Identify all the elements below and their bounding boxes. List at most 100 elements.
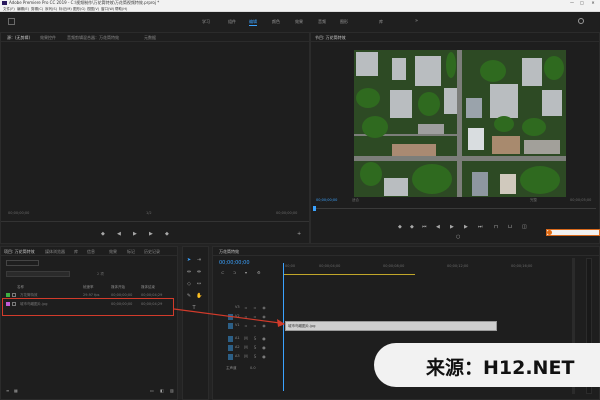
program-step-forward-icon[interactable]: ▶ <box>464 224 468 230</box>
project-delete-icon[interactable]: ▥ <box>170 388 174 393</box>
source-step-forward-icon[interactable]: ▶ <box>149 231 153 237</box>
column-media-start[interactable]: 媒体开始 <box>111 284 125 290</box>
home-icon[interactable] <box>8 18 15 25</box>
sync-lock-icon[interactable]: ▫ <box>253 315 257 319</box>
tab-program[interactable]: 节目: 万花筒特效 <box>315 35 346 41</box>
source-step-back-icon[interactable]: ◀ <box>117 231 121 237</box>
program-mark-in-icon[interactable]: ◆ <box>398 224 402 230</box>
program-export-frame-icon[interactable]: ◫ <box>522 224 527 230</box>
source-patch-a2[interactable] <box>228 345 233 351</box>
tab-sequence[interactable]: 万花筒特效 <box>219 249 239 255</box>
sync-lock-icon[interactable]: ▫ <box>253 306 257 310</box>
solo-icon[interactable]: S <box>253 337 257 341</box>
eye-icon[interactable]: ◉ <box>262 324 266 328</box>
project-new-item-icon[interactable]: ◧ <box>160 388 164 393</box>
source-patch-v1[interactable] <box>228 323 233 329</box>
program-play-icon[interactable]: ▶ <box>450 224 454 230</box>
razor-tool-icon[interactable]: ◇ <box>186 281 192 287</box>
solo-icon[interactable]: S <box>253 346 257 350</box>
track-select-tool-icon[interactable]: ⇥ <box>196 257 202 263</box>
tab-effects[interactable]: 效果 <box>109 249 117 255</box>
source-scrub-bar[interactable] <box>1 221 309 222</box>
linked-selection-icon[interactable]: ⊃ <box>233 270 236 275</box>
program-scrub-bar[interactable] <box>314 208 596 209</box>
timeline-ruler[interactable]: 00;00 00;00;04;00 00;00;08;00 00;00;12;0… <box>283 264 583 270</box>
hand-tool-icon[interactable]: ✋ <box>196 293 202 299</box>
tab-libraries[interactable]: 库 <box>74 249 78 255</box>
source-mark-out-icon[interactable]: ◆ <box>165 231 169 237</box>
tab-source[interactable]: 源：(无剪辑) <box>7 35 30 41</box>
master-track-value[interactable]: 0.0 <box>250 366 256 370</box>
timeline-clip[interactable]: 城市鸟瞰图片.jpg <box>285 321 497 331</box>
ripple-edit-tool-icon[interactable]: ⇹ <box>186 269 192 275</box>
sync-lock-icon[interactable]: ▫ <box>253 324 257 328</box>
program-mark-out-icon[interactable]: ◆ <box>410 224 414 230</box>
mute-icon[interactable]: M <box>244 346 248 350</box>
column-fps[interactable]: 帧速率 <box>83 284 94 290</box>
slip-tool-icon[interactable]: ↔ <box>196 281 202 287</box>
source-play-icon[interactable]: ▶ <box>133 231 137 237</box>
source-patch-a1[interactable] <box>228 336 233 342</box>
program-quality-select[interactable]: 完整 <box>530 198 537 203</box>
add-marker-icon[interactable]: ▾ <box>245 270 247 275</box>
program-extract-icon[interactable]: ⊔ <box>508 224 512 230</box>
mute-icon[interactable]: M <box>244 337 248 341</box>
pen-tool-icon[interactable]: ✎ <box>186 293 192 299</box>
source-patch-v2[interactable] <box>228 314 233 320</box>
tab-media-browser[interactable]: 媒体浏览器 <box>45 249 65 255</box>
floating-toolbar-icon[interactable] <box>547 230 552 235</box>
workspace-tab-color[interactable]: 颜色 <box>272 19 280 25</box>
column-media-end[interactable]: 媒体结束 <box>141 284 155 290</box>
more-workspaces-icon[interactable]: » <box>415 18 418 24</box>
lock-icon[interactable]: ▫ <box>244 315 248 319</box>
timeline-timecode[interactable]: 00;00;00;00 <box>219 260 250 266</box>
lock-icon[interactable]: ▫ <box>244 324 248 328</box>
workspace-tab-editing[interactable]: 编辑 <box>249 19 257 26</box>
snap-icon[interactable]: ⊂ <box>221 270 224 275</box>
selection-tool-icon[interactable]: ➤ <box>186 257 192 263</box>
program-fit-select[interactable]: 适合 <box>352 198 359 203</box>
workspace-tab-learning[interactable]: 学习 <box>202 19 210 25</box>
workspace-tab-audio[interactable]: 音频 <box>318 19 326 25</box>
program-lift-icon[interactable]: ⊓ <box>494 224 498 230</box>
floating-toolbar[interactable] <box>546 229 600 236</box>
lock-icon[interactable]: ▫ <box>244 306 248 310</box>
project-new-bin-icon[interactable]: ▭ <box>150 388 154 393</box>
rolling-edit-tool-icon[interactable]: ⇼ <box>196 269 202 275</box>
workspace-tab-libraries[interactable]: 库 <box>379 19 383 25</box>
source-add-button-icon[interactable]: + <box>297 231 301 237</box>
program-go-to-in-icon[interactable]: ⏮ <box>422 224 427 230</box>
workspace-tab-assembly[interactable]: 组件 <box>228 19 236 25</box>
solo-icon[interactable]: S <box>253 355 257 359</box>
source-patch-a3[interactable] <box>228 354 233 360</box>
mute-icon[interactable]: M <box>244 355 248 359</box>
search-icon[interactable] <box>578 18 584 24</box>
tab-info[interactable]: 信息 <box>87 249 95 255</box>
workspace-tab-graphics[interactable]: 图形 <box>340 19 348 25</box>
wrench-icon[interactable]: ⚙ <box>257 270 261 275</box>
program-settings-icon[interactable]: ○ <box>456 234 460 240</box>
program-playhead[interactable] <box>313 206 316 211</box>
project-search-input[interactable] <box>6 271 70 277</box>
project-icon-view-icon[interactable]: ▦ <box>14 388 18 393</box>
tab-project[interactable]: 项目: 万花筒特效 <box>4 249 35 255</box>
tab-history[interactable]: 历史记录 <box>144 249 160 255</box>
project-list-view-icon[interactable]: ≡ <box>6 388 9 393</box>
mic-icon[interactable]: ● <box>262 346 266 350</box>
mic-icon[interactable]: ● <box>262 337 266 341</box>
tab-markers[interactable]: 标记 <box>127 249 135 255</box>
eye-icon[interactable]: ◉ <box>262 315 266 319</box>
program-go-to-out-icon[interactable]: ⏭ <box>478 224 483 230</box>
program-step-back-icon[interactable]: ◀ <box>436 224 440 230</box>
program-timecode[interactable]: 00;00;00;00 <box>316 198 337 202</box>
column-name[interactable]: 名称 <box>17 284 24 290</box>
eye-icon[interactable]: ◉ <box>262 306 266 310</box>
workspace-tab-effects[interactable]: 效果 <box>295 19 303 25</box>
source-mark-in-icon[interactable]: ◆ <box>101 231 105 237</box>
tab-metadata[interactable]: 元数据 <box>144 35 156 41</box>
timeline-playhead[interactable] <box>283 263 284 391</box>
work-area-bar[interactable] <box>283 274 415 275</box>
tab-effect-controls[interactable]: 效果控件 <box>40 35 56 41</box>
mic-icon[interactable]: ● <box>262 355 266 359</box>
tab-audio-clip-mixer[interactable]: 音频剪辑混合器：万花筒特效 <box>67 35 119 41</box>
